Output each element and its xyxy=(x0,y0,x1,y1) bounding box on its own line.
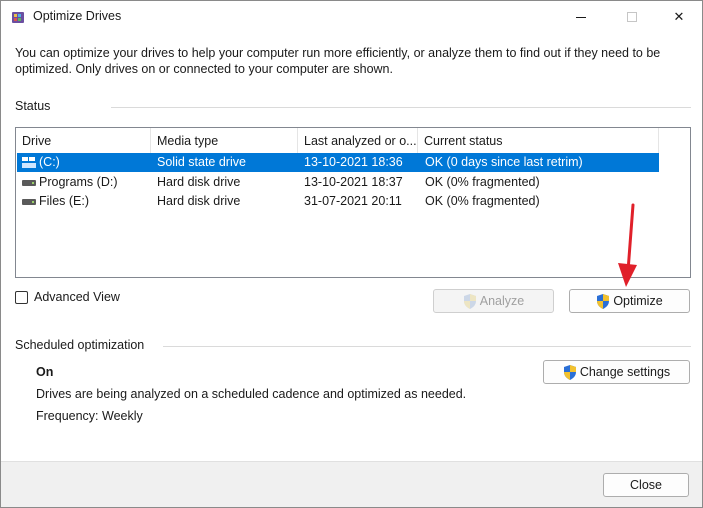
scheduled-divider xyxy=(163,346,691,347)
uac-shield-icon xyxy=(597,293,610,309)
hard-drive-icon xyxy=(22,199,36,205)
schedule-frequency: Frequency: Weekly xyxy=(36,409,143,423)
change-settings-button-label: Change settings xyxy=(579,365,671,379)
drive-name: Programs (D:) xyxy=(39,175,118,189)
defrag-app-icon xyxy=(12,12,24,23)
advanced-view-label[interactable]: Advanced View xyxy=(34,290,120,304)
drives-list-header: Drive Media type Last analyzed or o... C… xyxy=(16,128,690,153)
intro-text: You can optimize your drives to help you… xyxy=(15,46,661,76)
media-type: Solid state drive xyxy=(157,155,246,169)
media-type: Hard disk drive xyxy=(157,194,241,208)
optimize-button-label: Optimize xyxy=(613,294,663,308)
schedule-state: On xyxy=(36,365,54,379)
uac-shield-icon xyxy=(463,293,476,309)
column-header-drive[interactable]: Drive xyxy=(16,128,151,153)
minimize-button[interactable] xyxy=(558,1,604,33)
last-analyzed: 31-07-2021 20:11 xyxy=(304,194,402,208)
analyze-button[interactable]: Analyze xyxy=(433,289,554,313)
maximize-button xyxy=(609,1,655,33)
minimize-icon xyxy=(576,16,586,18)
last-analyzed: 13-10-2021 18:36 xyxy=(304,155,403,169)
close-button[interactable]: Close xyxy=(603,473,689,497)
close-icon: ✕ xyxy=(673,9,685,24)
current-status: OK (0% fragmented) xyxy=(425,194,540,208)
window-title: Optimize Drives xyxy=(33,9,122,23)
last-analyzed: 13-10-2021 18:37 xyxy=(304,175,403,189)
change-settings-button[interactable]: Change settings xyxy=(543,360,690,384)
annotation-arrow-icon xyxy=(618,203,637,287)
column-header-current-status[interactable]: Current status xyxy=(418,128,659,153)
optimize-drives-window: Optimize Drives ✕ You can optimize your … xyxy=(0,0,703,508)
optimize-button[interactable]: Optimize xyxy=(569,289,690,313)
windows-drive-icon xyxy=(22,157,36,168)
close-window-button[interactable]: ✕ xyxy=(656,1,702,33)
hard-drive-icon xyxy=(22,180,36,186)
advanced-view-checkbox[interactable] xyxy=(15,291,28,304)
drive-row-d[interactable]: Programs (D:) Hard disk drive 13-10-2021… xyxy=(17,173,659,192)
analyze-button-label: Analyze xyxy=(479,294,525,308)
schedule-description: Drives are being analyzed on a scheduled… xyxy=(36,387,467,401)
dialog-footer xyxy=(1,461,702,507)
column-header-last-analyzed[interactable]: Last analyzed or o... xyxy=(298,128,418,153)
media-type: Hard disk drive xyxy=(157,175,241,189)
title-bar[interactable]: Optimize Drives ✕ xyxy=(1,1,702,33)
status-divider xyxy=(111,107,691,108)
scheduled-section-label: Scheduled optimization xyxy=(15,338,145,352)
close-button-label: Close xyxy=(630,478,662,492)
drive-name: (C:) xyxy=(39,155,60,169)
drives-list[interactable]: Drive Media type Last analyzed or o... C… xyxy=(15,127,691,278)
current-status: OK (0 days since last retrim) xyxy=(425,155,583,169)
current-status: OK (0% fragmented) xyxy=(425,175,540,189)
drive-row-e[interactable]: Files (E:) Hard disk drive 31-07-2021 20… xyxy=(17,192,659,211)
drive-row-c[interactable]: (C:) Solid state drive 13-10-2021 18:36 … xyxy=(17,153,659,172)
maximize-icon xyxy=(627,12,637,22)
status-section-label: Status xyxy=(15,99,51,113)
column-header-media-type[interactable]: Media type xyxy=(151,128,298,153)
drive-name: Files (E:) xyxy=(39,194,89,208)
uac-shield-icon xyxy=(563,364,576,380)
